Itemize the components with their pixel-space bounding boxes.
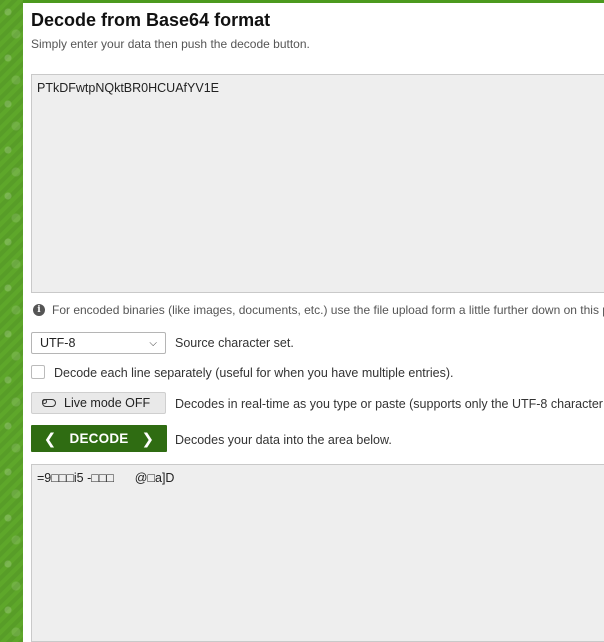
per-line-label: Decode each line separately (useful for …	[54, 366, 454, 380]
chevron-left-icon: ❮	[43, 430, 57, 448]
decode-button[interactable]: ❮ DECODE ❯	[31, 425, 167, 452]
charset-label: Source character set.	[175, 336, 294, 350]
live-mode-description: Decodes in real-time as you type or past…	[175, 397, 604, 411]
decorative-side-pattern	[0, 0, 23, 642]
decode-label: DECODE	[69, 431, 129, 446]
live-mode-label: Live mode OFF	[64, 396, 151, 410]
decode-description: Decodes your data into the area below.	[175, 433, 392, 447]
info-icon: i	[33, 304, 45, 316]
charset-value: UTF-8	[40, 336, 76, 350]
chevron-down-icon: ⌵	[149, 337, 157, 349]
live-mode-button[interactable]: Live mode OFF	[31, 392, 166, 414]
result-textarea[interactable]: =9□□□i5 -□□□ @□a]D	[31, 464, 604, 642]
page-subtitle: Simply enter your data then push the dec…	[31, 37, 310, 51]
charset-select[interactable]: UTF-8 ⌵	[31, 332, 166, 354]
info-text: For encoded binaries (like images, docum…	[52, 303, 604, 317]
source-textarea[interactable]: PTkDFwtpNQktBR0HCUAfYV1E	[31, 74, 604, 293]
info-note: i For encoded binaries (like images, doc…	[33, 303, 604, 317]
per-line-checkbox[interactable]	[31, 365, 45, 379]
chevron-right-icon: ❯	[141, 430, 155, 448]
page-title: Decode from Base64 format	[31, 10, 271, 30]
toggle-icon	[42, 399, 56, 407]
